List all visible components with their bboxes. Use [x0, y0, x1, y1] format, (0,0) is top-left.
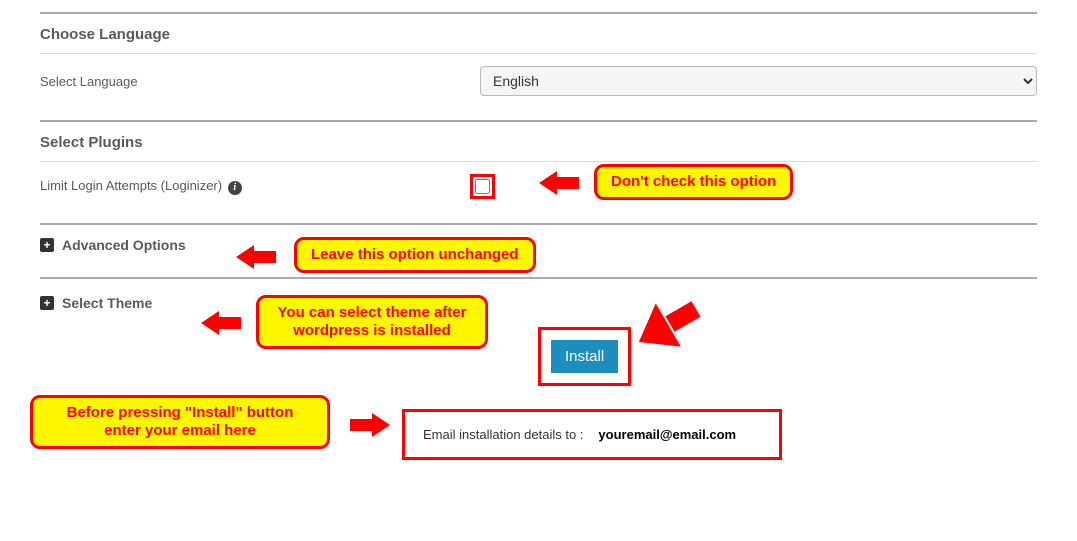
- arrow-icon: [240, 245, 276, 272]
- install-button-highlight: Install: [538, 327, 631, 386]
- select-theme-label: Select Theme: [62, 295, 152, 311]
- loginizer-checkbox-highlight: [470, 174, 495, 199]
- select-theme-toggle[interactable]: + Select Theme: [40, 295, 1037, 311]
- email-details-label: Email installation details to :: [423, 427, 583, 442]
- loginizer-plugin-label: Limit Login Attempts (Loginizer) i: [40, 178, 470, 195]
- arrow-icon: [543, 171, 579, 198]
- advanced-options-toggle[interactable]: + Advanced Options: [40, 237, 1037, 253]
- select-language-label: Select Language: [40, 74, 470, 89]
- loginizer-checkbox[interactable]: [475, 179, 490, 194]
- select-plugins-title: Select Plugins: [40, 134, 1037, 151]
- install-button[interactable]: Install: [551, 340, 618, 373]
- annotation-dont-check: Don't check this option: [594, 164, 793, 200]
- email-row-highlight: Email installation details to :: [402, 409, 782, 460]
- arrow-icon: [350, 413, 386, 440]
- annotation-select-theme: You can select theme after wordpress is …: [256, 295, 488, 349]
- annotation-leave-unchanged: Leave this option unchanged: [294, 237, 536, 273]
- arrow-icon: [205, 311, 241, 338]
- choose-language-title: Choose Language: [40, 26, 1037, 43]
- language-select[interactable]: English: [480, 66, 1037, 96]
- plus-icon: +: [40, 296, 54, 310]
- email-input[interactable]: [591, 422, 761, 447]
- advanced-options-label: Advanced Options: [62, 237, 186, 253]
- annotation-before-install: Before pressing "Install" button enter y…: [30, 395, 330, 449]
- info-icon[interactable]: i: [228, 181, 242, 195]
- plus-icon: +: [40, 238, 54, 252]
